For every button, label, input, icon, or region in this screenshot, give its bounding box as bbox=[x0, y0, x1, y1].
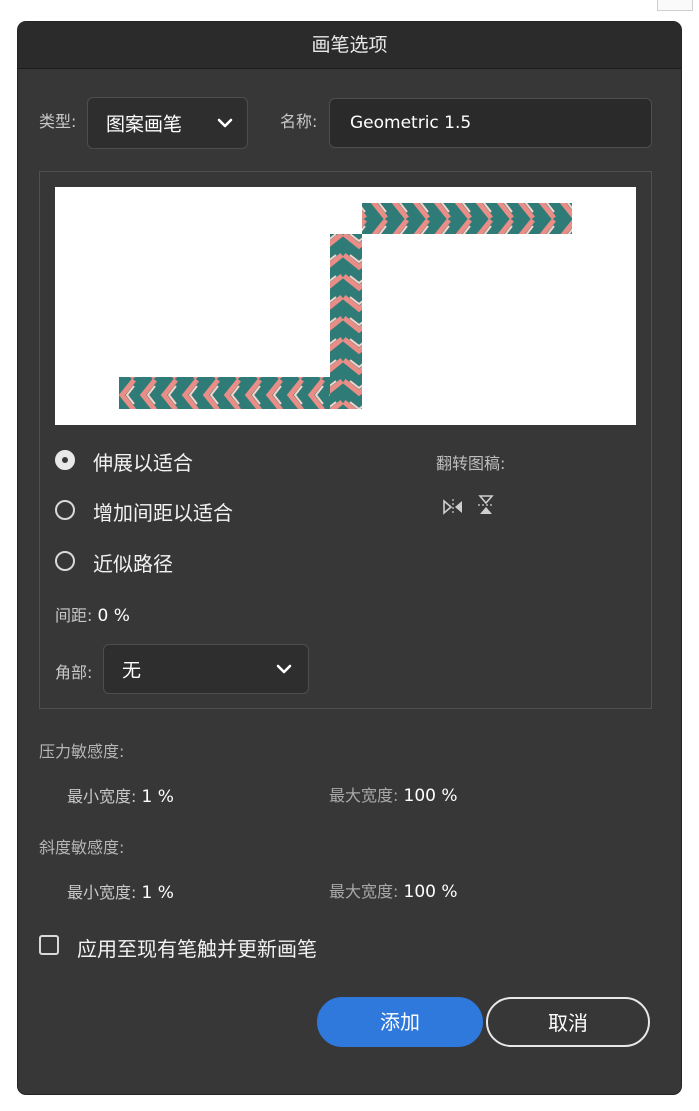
tilt-sensitivity-title: 斜度敏感度: bbox=[39, 838, 125, 857]
pressure-max-width: 最大宽度: 100 % bbox=[329, 782, 458, 806]
pattern-segment-top bbox=[362, 203, 572, 234]
radio-stretch-to-fit[interactable] bbox=[55, 450, 75, 470]
tilt-min-value[interactable]: 1 % bbox=[142, 883, 174, 903]
corner-dropdown[interactable]: 无 bbox=[103, 644, 309, 694]
radio-label-approximate-path: 近似路径 bbox=[93, 552, 173, 576]
tilt-max-value[interactable]: 100 % bbox=[404, 882, 458, 902]
flip-artwork-label: 翻转图稿: bbox=[436, 454, 506, 473]
type-label: 类型: bbox=[39, 112, 77, 131]
brush-type-dropdown[interactable]: 图案画笔 bbox=[87, 97, 248, 149]
cancel-button[interactable]: 取消 bbox=[486, 997, 650, 1047]
pattern-segment-bottom bbox=[119, 377, 330, 409]
add-button[interactable]: 添加 bbox=[317, 997, 483, 1047]
chevron-down-icon bbox=[217, 118, 233, 128]
pattern-segment-vertical bbox=[330, 234, 362, 409]
tilt-max-width: 最大宽度: 100 % bbox=[329, 878, 458, 902]
tilt-min-label: 最小宽度: bbox=[67, 883, 137, 902]
flip-horizontal-icon[interactable] bbox=[442, 496, 464, 518]
radio-add-space-to-fit[interactable] bbox=[55, 500, 75, 520]
radio-label-stretch-to-fit: 伸展以适合 bbox=[93, 451, 193, 475]
dialog-title: 画笔选项 bbox=[18, 22, 681, 69]
apply-to-strokes-label: 应用至现有笔触并更新画笔 bbox=[77, 937, 317, 961]
pattern-stroke-preview bbox=[119, 203, 572, 409]
radio-approximate-path[interactable] bbox=[55, 551, 75, 571]
spacing-row: 间距: 0 % bbox=[55, 602, 130, 626]
brush-preview bbox=[55, 187, 636, 425]
apply-to-strokes-checkbox[interactable] bbox=[39, 935, 59, 955]
pressure-max-label: 最大宽度: bbox=[329, 786, 399, 805]
brush-name-input[interactable]: Geometric 1.5 bbox=[329, 98, 652, 148]
pressure-min-label: 最小宽度: bbox=[67, 787, 137, 806]
corner-label: 角部: bbox=[55, 663, 93, 682]
spacing-label: 间距: bbox=[55, 606, 93, 625]
window-corner-element bbox=[657, 0, 693, 11]
background-strip bbox=[0, 0, 699, 24]
spacing-value[interactable]: 0 % bbox=[98, 606, 130, 626]
pressure-min-width: 最小宽度: 1 % bbox=[67, 783, 174, 807]
pressure-min-value[interactable]: 1 % bbox=[142, 787, 174, 807]
chevron-down-icon bbox=[276, 664, 292, 674]
tilt-max-label: 最大宽度: bbox=[329, 882, 399, 901]
flip-vertical-icon[interactable] bbox=[475, 494, 497, 516]
pressure-sensitivity-title: 压力敏感度: bbox=[39, 742, 125, 761]
name-label: 名称: bbox=[280, 112, 318, 131]
pressure-max-value[interactable]: 100 % bbox=[404, 786, 458, 806]
corner-value: 无 bbox=[122, 659, 142, 682]
tilt-min-width: 最小宽度: 1 % bbox=[67, 879, 174, 903]
radio-label-add-space-to-fit: 增加间距以适合 bbox=[93, 501, 233, 525]
brush-options-dialog: 画笔选项 类型: 图案画笔 名称: Geometric 1.5 伸展以适合 增加… bbox=[18, 22, 681, 1094]
brush-type-value: 图案画笔 bbox=[106, 113, 183, 136]
